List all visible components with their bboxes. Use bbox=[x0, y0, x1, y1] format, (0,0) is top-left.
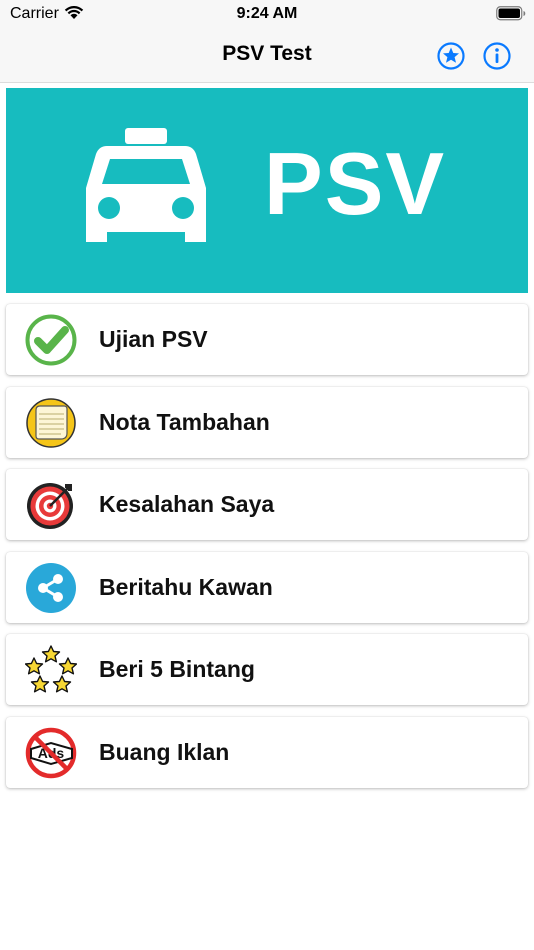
menu-item-beri-5-bintang[interactable]: Beri 5 Bintang bbox=[6, 634, 528, 705]
taxi-car-icon bbox=[86, 128, 206, 242]
menu-item-beritahu-kawan[interactable]: Beritahu Kawan bbox=[6, 551, 528, 623]
banner-title: PSV bbox=[264, 134, 447, 233]
status-bar: Carrier 9:24 AM bbox=[0, 0, 534, 30]
star-circle-icon bbox=[437, 42, 465, 70]
psv-banner: PSV bbox=[6, 88, 528, 293]
menu-item-label: Beritahu Kawan bbox=[99, 573, 273, 600]
menu-item-label: Kesalahan Saya bbox=[99, 491, 275, 517]
menu-item-label: Beri 5 Bintang bbox=[99, 656, 255, 682]
menu-item-nota-tambahan[interactable]: Nota Tambahan bbox=[6, 386, 528, 458]
menu-item-label: Nota Tambahan bbox=[99, 408, 270, 435]
no-ads-icon: Ads bbox=[25, 727, 77, 778]
five-stars-icon bbox=[25, 645, 77, 693]
info-circle-icon bbox=[483, 42, 511, 70]
info-button[interactable] bbox=[482, 41, 512, 71]
menu-item-label: Buang Iklan bbox=[99, 738, 230, 765]
navigation-bar: PSV Test bbox=[0, 30, 534, 83]
menu-item-buang-iklan[interactable]: Ads Buang Iklan bbox=[6, 716, 528, 788]
favorites-button[interactable] bbox=[436, 41, 466, 71]
checkmark-icon bbox=[25, 314, 77, 366]
notepad-icon bbox=[26, 397, 76, 448]
menu-item-ujian-psv[interactable]: Ujian PSV bbox=[6, 304, 528, 375]
menu-item-label: Ujian PSV bbox=[99, 326, 208, 352]
battery-icon bbox=[496, 6, 526, 21]
main-menu: Ujian PSV Nota Tambahan Kesalahan Saya B… bbox=[6, 304, 528, 799]
menu-item-kesalahan-saya[interactable]: Kesalahan Saya bbox=[6, 469, 528, 540]
target-icon bbox=[27, 483, 73, 529]
status-time: 9:24 AM bbox=[236, 5, 298, 22]
share-icon bbox=[26, 562, 76, 613]
